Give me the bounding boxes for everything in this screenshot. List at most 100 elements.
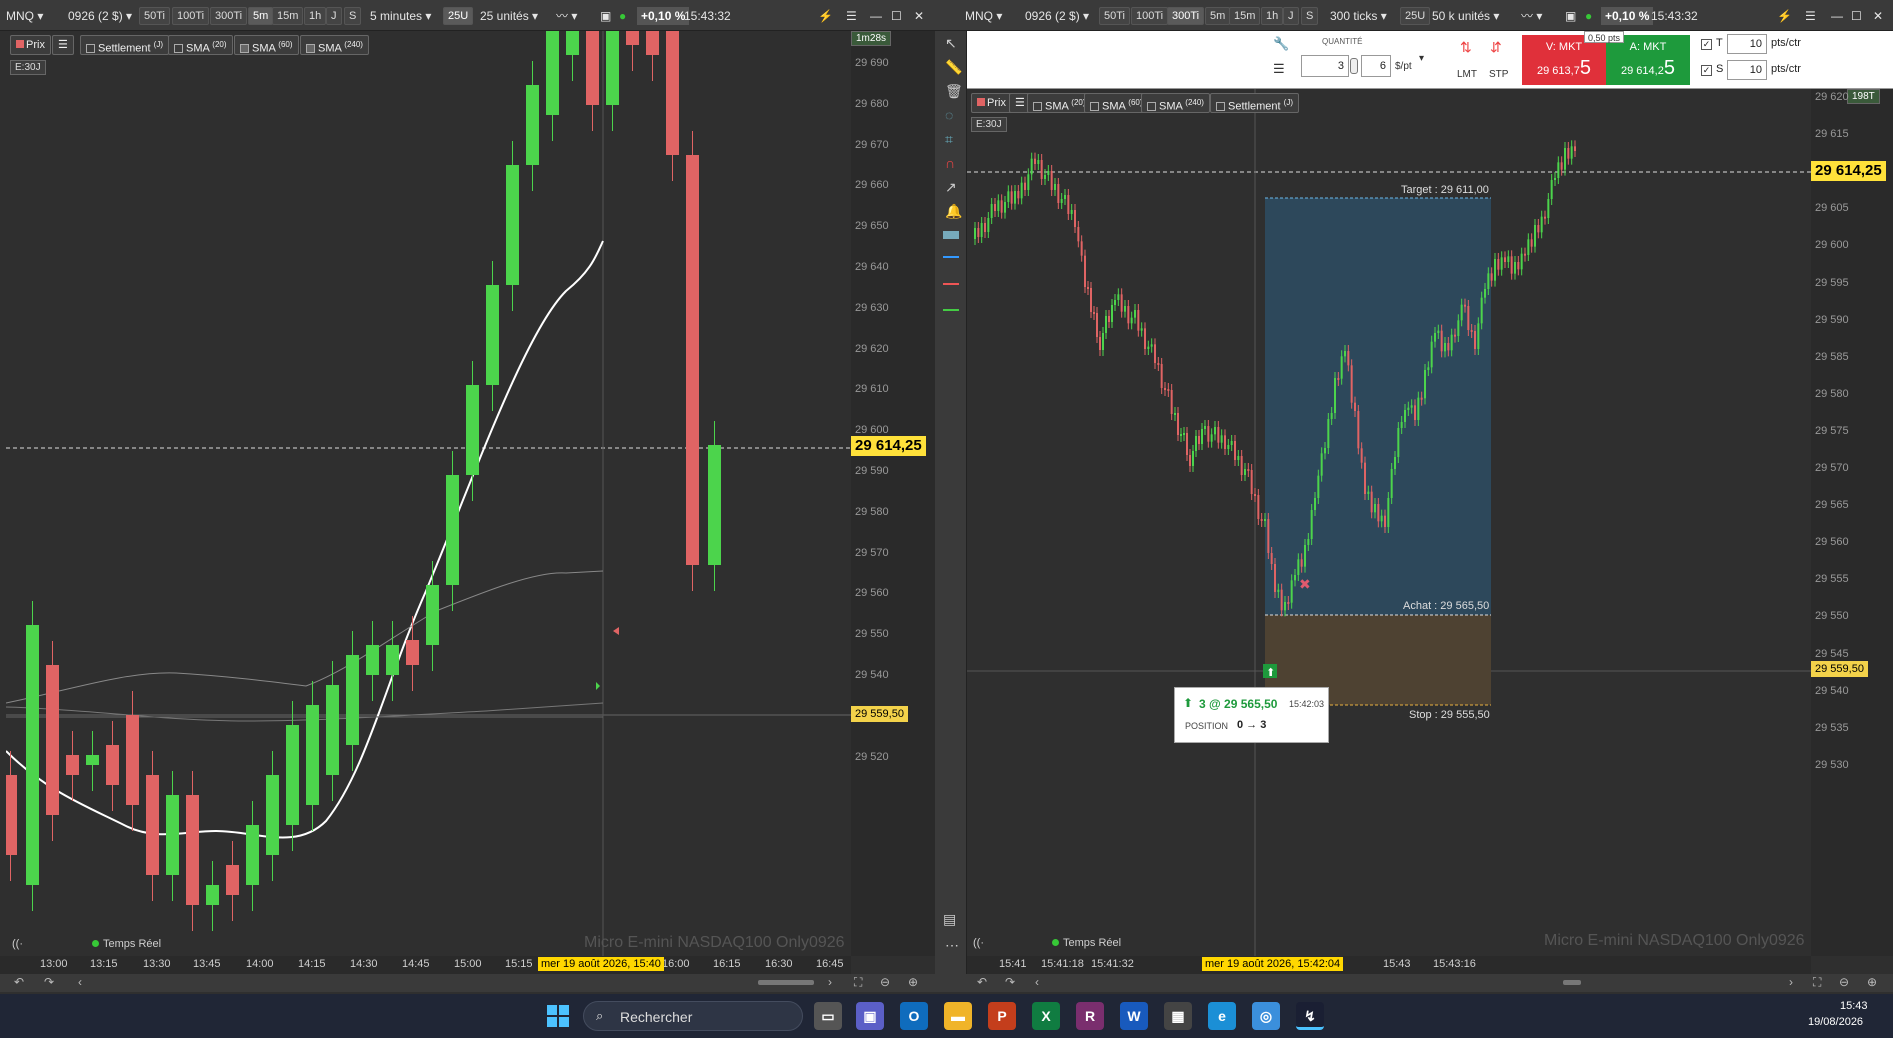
left-time-axis[interactable]: 13:00 13:15 13:30 13:45 14:00 14:15 14:30 14:45… <box>0 956 851 974</box>
interval-selector[interactable]: 300 ticks ▾ <box>1330 7 1387 25</box>
minimize-icon[interactable]: — <box>870 7 882 25</box>
layers-icon[interactable]: ▤ <box>943 911 956 928</box>
qty-input[interactable]: 3 <box>1301 55 1349 77</box>
calculator-icon[interactable]: ▦ <box>1164 1002 1192 1030</box>
file-explorer-icon[interactable]: ▬ <box>944 1002 972 1030</box>
app-r-icon[interactable]: R <box>1076 1002 1104 1030</box>
tf-15m[interactable]: 15m <box>272 7 304 25</box>
tf-s[interactable]: S <box>1301 7 1319 25</box>
contract-selector[interactable]: 0926 (2 $) ▾ <box>1025 7 1089 25</box>
tf-5m[interactable]: 5m <box>1205 7 1231 25</box>
stp-icon[interactable]: ⇵ <box>1490 39 1502 56</box>
zoom-in-icon[interactable]: ⊕ <box>1867 975 1877 989</box>
sma60-chip[interactable]: SMA (60) <box>234 35 299 55</box>
teams-icon[interactable]: ▣ <box>856 1002 884 1030</box>
scrollbar[interactable] <box>1563 980 1581 985</box>
entry-line-label[interactable]: Achat : 29 565,50 <box>1403 600 1489 612</box>
fit-icon[interactable]: ⛶ <box>1813 975 1821 990</box>
task-view-icon[interactable]: ▭ <box>814 1002 842 1030</box>
close-icon[interactable]: ✕ <box>914 7 924 25</box>
scroll-left-icon[interactable]: ‹ <box>78 975 82 989</box>
rect-tool-icon[interactable] <box>943 231 959 239</box>
left-chart-area[interactable]: Prix ☰ Settlement (J) SMA (20) SMA (60) … <box>6 31 851 956</box>
right-time-axis[interactable]: 15:4115:41:1815:41:3242:2315:4315:43:16 … <box>967 956 1811 974</box>
taskbar-search[interactable]: ⌕ Rechercher <box>583 1001 803 1031</box>
redo-icon[interactable]: ↷ <box>1005 975 1015 989</box>
symbol-selector[interactable]: MNQ ▾ <box>6 7 43 25</box>
tf-s[interactable]: S <box>344 7 362 25</box>
fit-icon[interactable]: ⛶ <box>854 975 862 990</box>
tf-100ti[interactable]: 100Ti <box>172 7 210 25</box>
tf-1h[interactable]: 1h <box>304 7 327 25</box>
hline-green-icon[interactable] <box>943 309 959 311</box>
stop-line-label[interactable]: Stop : 29 555,50 <box>1409 709 1490 721</box>
link-icon[interactable]: ⚡ <box>818 7 833 25</box>
dropdown-icon[interactable]: ▾ <box>1419 53 1424 64</box>
units-selector[interactable]: 25 unités ▾ <box>480 7 538 25</box>
lmt-icon[interactable]: ⇅ <box>1460 39 1472 56</box>
minimize-icon[interactable]: — <box>1831 7 1843 25</box>
list-icon[interactable]: ☰ <box>52 35 74 55</box>
tf-1h[interactable]: 1h <box>1261 7 1284 25</box>
symbol-selector[interactable]: MNQ ▾ <box>965 7 1002 25</box>
redo-icon[interactable]: ↷ <box>44 975 54 989</box>
powerpoint-icon[interactable]: P <box>988 1002 1016 1030</box>
scroll-right-icon[interactable]: › <box>1789 975 1793 989</box>
word-icon[interactable]: W <box>1120 1002 1148 1030</box>
ruler-icon[interactable]: 📏 <box>945 59 962 76</box>
excel-icon[interactable]: X <box>1032 1002 1060 1030</box>
prix-chip[interactable]: Prix <box>971 93 1012 113</box>
hline-red-icon[interactable] <box>943 283 959 285</box>
link-icon[interactable]: ⚡ <box>1777 7 1792 25</box>
interval-selector[interactable]: 5 minutes ▾ <box>370 7 431 25</box>
zoom-in-icon[interactable]: ⊕ <box>908 975 918 989</box>
zoom-out-icon[interactable]: ⊖ <box>880 975 890 989</box>
contract-selector[interactable]: 0926 (2 $) ▾ <box>68 7 132 25</box>
tf-j[interactable]: J <box>1283 7 1299 25</box>
prix-chip[interactable]: Prix <box>10 35 51 55</box>
tf-5m[interactable]: 5m <box>248 7 274 25</box>
windows-start-icon[interactable] <box>544 1002 572 1030</box>
line-tool-icon[interactable]: ↗ <box>945 179 957 196</box>
tf-50ti[interactable]: 50Ti <box>1099 7 1130 25</box>
magnet-icon[interactable]: ∩ <box>945 155 955 171</box>
stop-checkbox[interactable]: ✓ <box>1701 65 1712 76</box>
more-icon[interactable]: ⋯ <box>945 937 959 954</box>
undo-icon[interactable]: ↶ <box>977 975 987 989</box>
wrench-icon[interactable]: 🔧 <box>1273 36 1289 52</box>
undo-icon[interactable]: ↶ <box>14 975 24 989</box>
lasso-icon[interactable]: ◌ <box>945 107 953 123</box>
sma240-chip[interactable]: SMA (240) <box>1141 93 1210 113</box>
alert-icon[interactable]: 🔔 <box>945 203 962 220</box>
right-chart-area[interactable]: ✖ ⬆ Target : 29 611,00 Achat : 29 565,50… <box>967 89 1845 956</box>
settlement-chip[interactable]: Settlement (J) <box>80 35 169 55</box>
tf-j[interactable]: J <box>326 7 342 25</box>
settlement-chip[interactable]: Settlement (J) <box>1210 93 1299 113</box>
tf-50ti[interactable]: 50Ti <box>139 7 170 25</box>
hline-blue-icon[interactable] <box>943 256 959 258</box>
sma20-chip[interactable]: SMA (20) <box>1027 93 1092 113</box>
maximize-icon[interactable]: ☐ <box>891 7 902 25</box>
tf-100ti[interactable]: 100Ti <box>1131 7 1169 25</box>
sma20-chip[interactable]: SMA (20) <box>168 35 233 55</box>
chart-type-icon[interactable]: 〰 ▾ <box>1521 7 1542 25</box>
lmt-label[interactable]: LMT <box>1457 69 1477 80</box>
stp-label[interactable]: STP <box>1489 69 1508 80</box>
scroll-left-icon[interactable]: ‹ <box>1035 975 1039 989</box>
right-price-axis[interactable]: 198T 29 62029 61529 61029 60529 60029 59… <box>1811 89 1893 956</box>
tf-300ti[interactable]: 300Ti <box>1167 7 1205 25</box>
stop-input[interactable]: 10 <box>1727 60 1767 80</box>
tf-300ti[interactable]: 300Ti <box>210 7 248 25</box>
unit-button[interactable]: 25U <box>443 7 474 25</box>
sma60-chip[interactable]: SMA (60) <box>1084 93 1149 113</box>
close-icon[interactable]: ✕ <box>1873 7 1883 25</box>
maximize-icon[interactable]: ☐ <box>1851 7 1862 25</box>
signal-icon[interactable]: ((· <box>12 938 23 950</box>
list-order-icon[interactable]: ☰ <box>1273 61 1285 77</box>
sma240-chip[interactable]: SMA (240) <box>300 35 369 55</box>
edge-icon[interactable]: e <box>1208 1002 1236 1030</box>
unit-button[interactable]: 25U <box>1400 7 1431 25</box>
chrome-icon[interactable]: ◎ <box>1252 1002 1280 1030</box>
trading-app-icon[interactable]: ↯ <box>1296 1002 1324 1030</box>
zoom-out-icon[interactable]: ⊖ <box>1839 975 1849 989</box>
